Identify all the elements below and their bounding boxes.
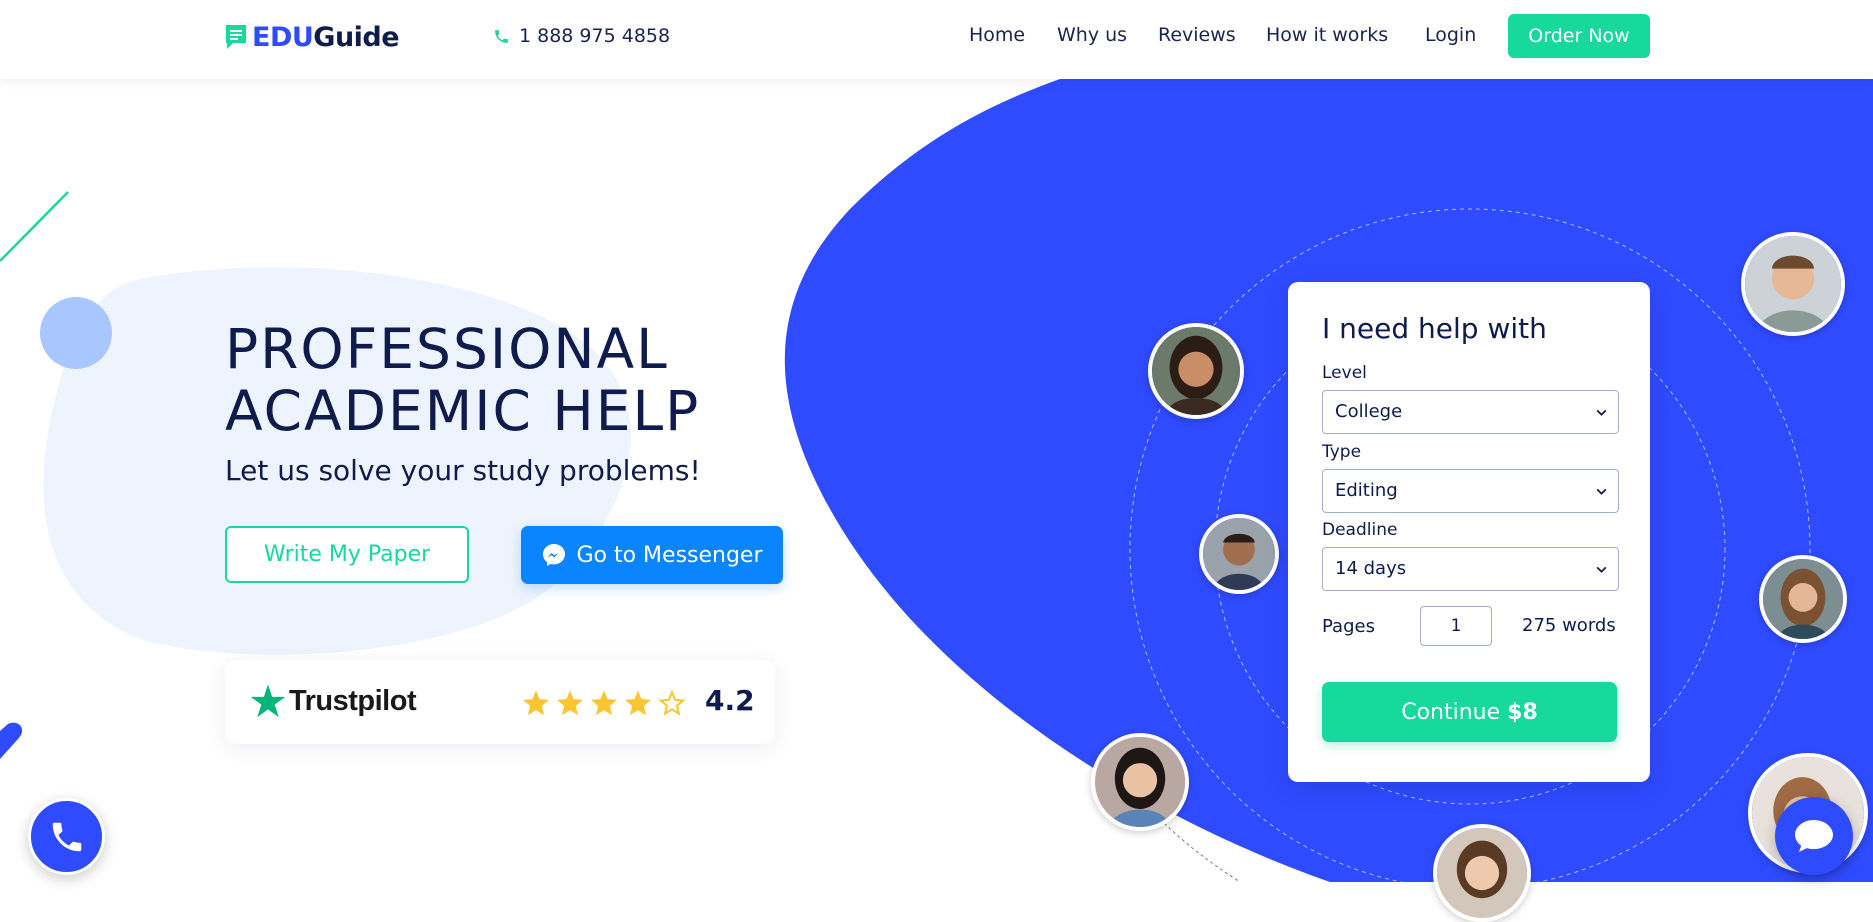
chat-document-icon: [226, 25, 246, 49]
phone-icon: [495, 29, 508, 43]
expert-avatar: [1091, 733, 1189, 831]
pages-label: Pages: [1322, 616, 1375, 637]
phone-link[interactable]: 1 888 975 4858: [493, 25, 670, 47]
continue-button[interactable]: Continue $8: [1322, 682, 1617, 742]
trustpilot-star-icon: [250, 684, 286, 718]
star-filled-icon: [523, 690, 549, 716]
order-form: I need help with Level College Type Edit…: [1288, 282, 1650, 782]
site-header: EDUGuide 1 888 975 4858 Home Why us Revi…: [0, 0, 1873, 79]
trustpilot-card[interactable]: Trustpilot 4.2: [225, 660, 775, 744]
expert-avatar: [1759, 555, 1847, 643]
star-filled-icon: [591, 690, 617, 716]
pages-input[interactable]: 1: [1420, 606, 1492, 646]
logo-text: EDUGuide: [252, 21, 400, 53]
type-label: Type: [1322, 442, 1362, 462]
hero-title: PROFESSIONAL ACADEMIC HELP: [225, 318, 845, 442]
continue-label: Continue: [1401, 699, 1501, 725]
chevron-down-icon: [1596, 409, 1607, 416]
star-filled-icon: [625, 690, 651, 716]
form-title: I need help with: [1322, 312, 1547, 345]
nav-how-it-works[interactable]: How it works: [1266, 24, 1388, 46]
messenger-icon: [543, 544, 566, 566]
nav-home[interactable]: Home: [969, 24, 1025, 46]
rating-value: 4.2: [705, 684, 755, 717]
level-label: Level: [1322, 363, 1367, 383]
order-now-button[interactable]: Order Now: [1508, 14, 1650, 58]
phone-number: 1 888 975 4858: [519, 25, 671, 47]
write-my-paper-button[interactable]: Write My Paper: [225, 526, 469, 583]
go-to-messenger-button[interactable]: Go to Messenger: [521, 526, 783, 584]
nav-reviews[interactable]: Reviews: [1158, 24, 1236, 46]
hero-subtitle: Let us solve your study problems!: [225, 454, 701, 487]
continue-price: $8: [1507, 699, 1538, 725]
deadline-value: 14 days: [1335, 558, 1407, 579]
chat-button[interactable]: [1775, 797, 1853, 875]
level-value: College: [1335, 401, 1403, 422]
expert-avatar: [1199, 514, 1279, 594]
phone-icon: [52, 822, 81, 851]
type-select[interactable]: Editing: [1322, 469, 1619, 513]
trustpilot-logo: Trustpilot: [249, 682, 417, 720]
star-outline-icon: [658, 689, 686, 716]
logo[interactable]: EDUGuide: [224, 19, 400, 55]
deadline-label: Deadline: [1322, 520, 1398, 540]
star-filled-icon: [557, 690, 583, 716]
trustpilot-brand: Trustpilot: [289, 684, 417, 717]
chevron-down-icon: [1596, 566, 1607, 573]
chat-bubble-icon: [1795, 820, 1833, 852]
hero-title-line2: ACADEMIC HELP: [225, 379, 701, 443]
expert-avatar: [1433, 824, 1531, 922]
chevron-down-icon: [1596, 488, 1607, 495]
rating-stars: [521, 688, 691, 718]
nav-login[interactable]: Login: [1425, 24, 1476, 46]
messenger-button-label: Go to Messenger: [576, 542, 763, 568]
word-count: 275 words: [1522, 615, 1616, 636]
hero-title-line1: PROFESSIONAL: [225, 317, 669, 381]
call-button[interactable]: [28, 798, 105, 875]
deadline-select[interactable]: 14 days: [1322, 547, 1619, 591]
expert-avatar: [1148, 323, 1244, 419]
expert-avatar: [1741, 232, 1845, 336]
level-select[interactable]: College: [1322, 390, 1619, 434]
nav-why-us[interactable]: Why us: [1057, 24, 1127, 46]
type-value: Editing: [1335, 480, 1398, 501]
